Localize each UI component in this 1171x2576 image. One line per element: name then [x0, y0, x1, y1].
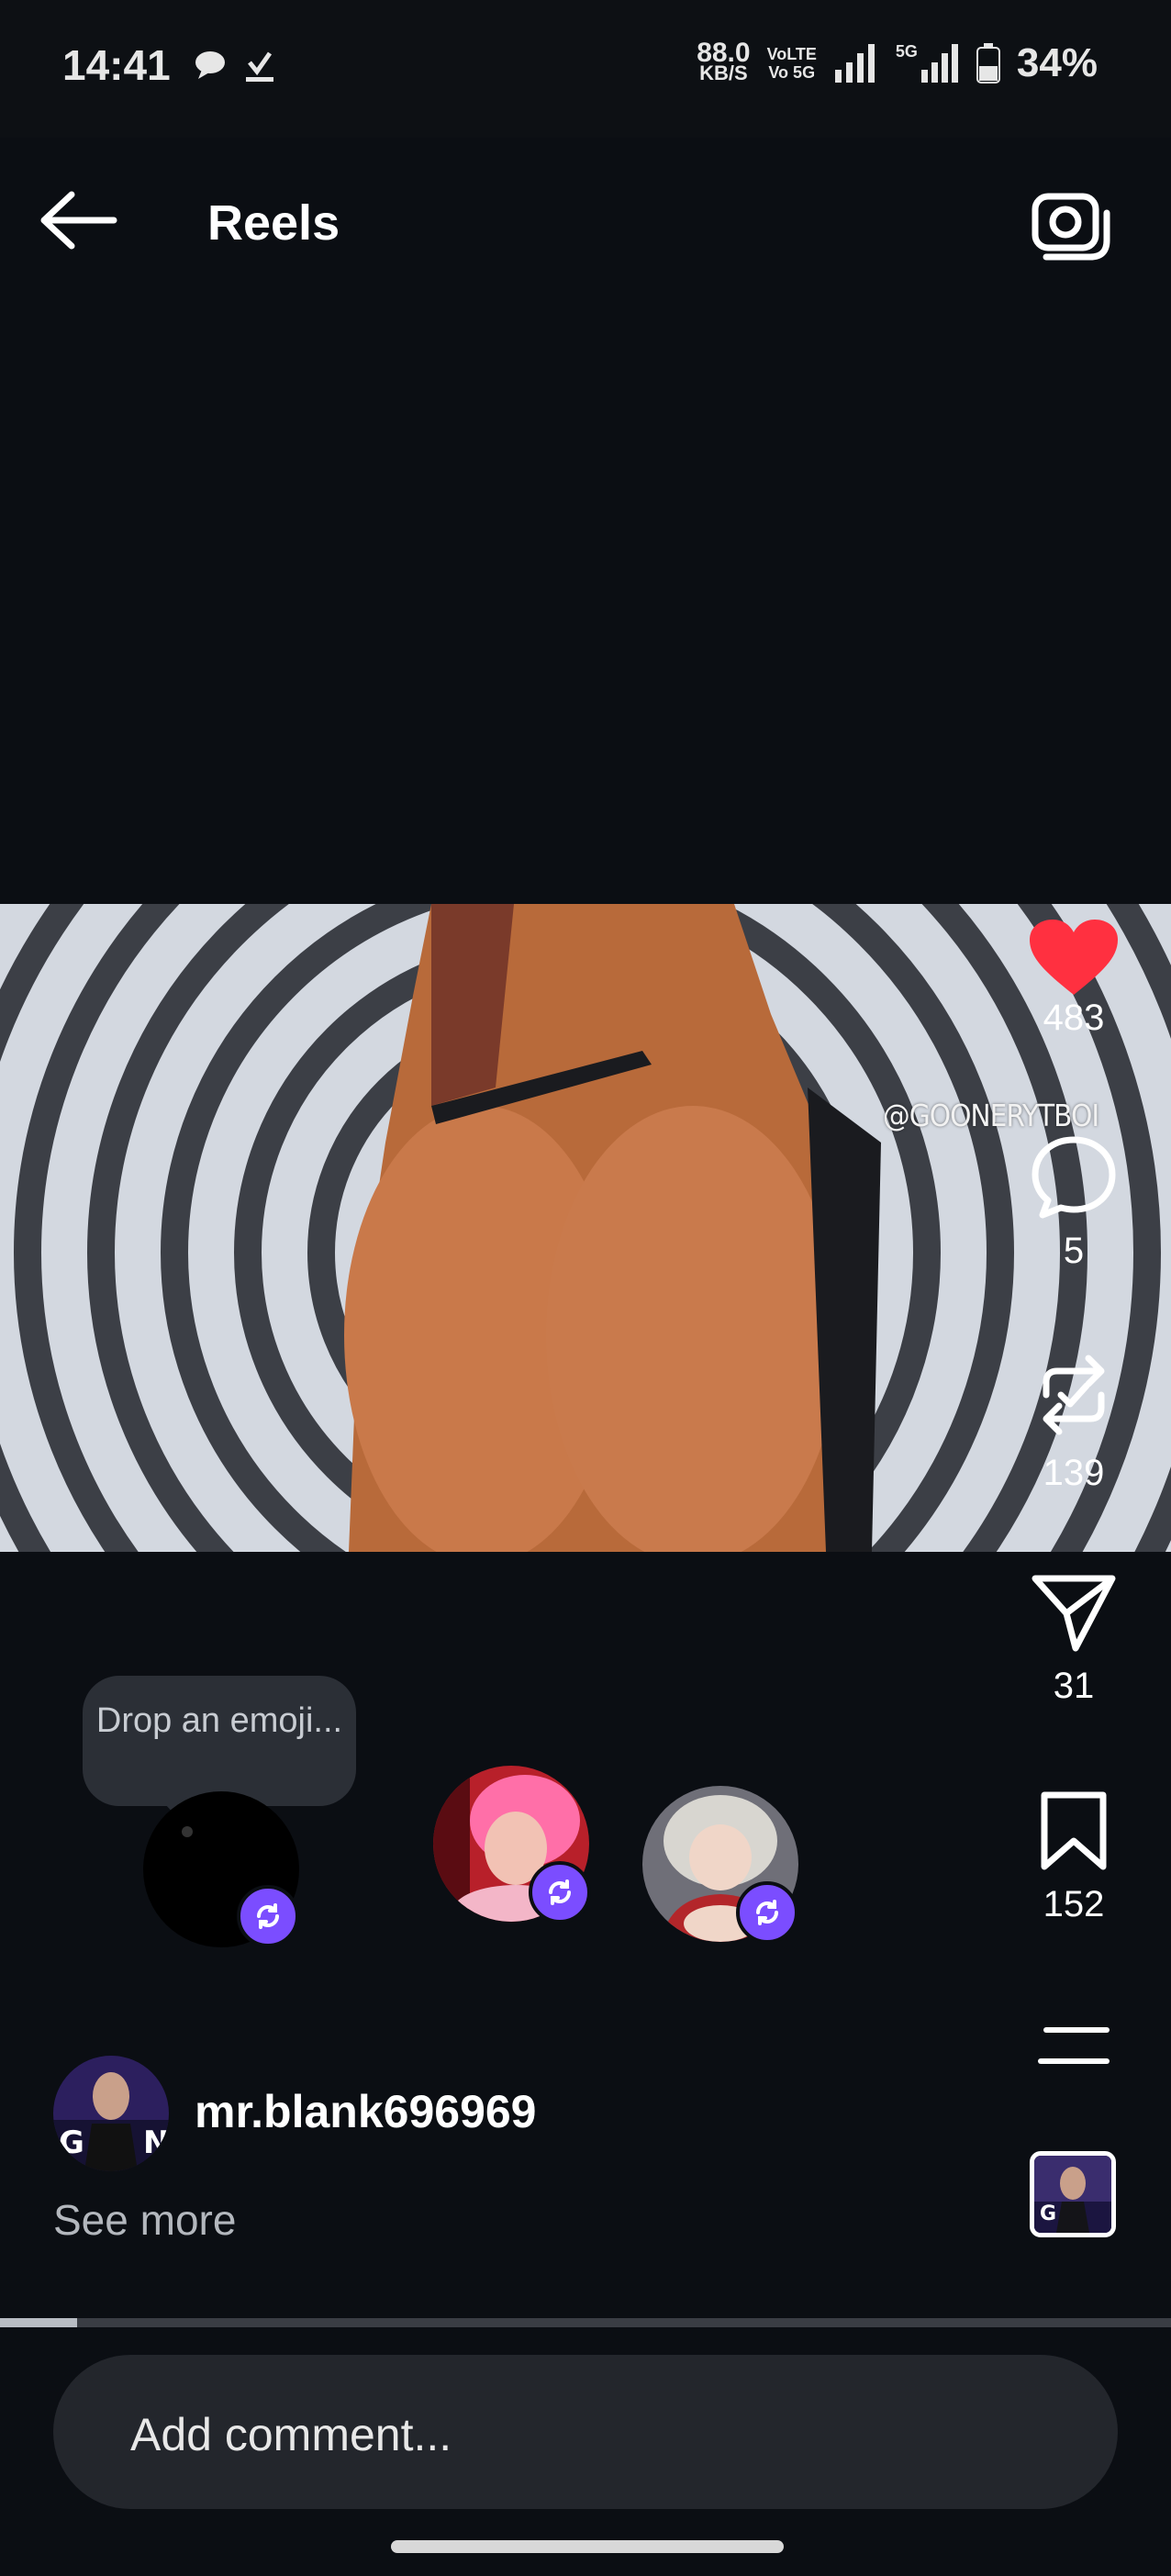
- comment-button[interactable]: 5: [1019, 1134, 1129, 1272]
- like-button[interactable]: 483: [1019, 918, 1129, 1039]
- share-button[interactable]: 31: [1019, 1571, 1129, 1707]
- battery-icon: [976, 43, 1000, 84]
- save-button[interactable]: 152: [1019, 1790, 1129, 1925]
- camera-button[interactable]: [1022, 184, 1114, 266]
- svg-text:G: G: [59, 2124, 84, 2161]
- comment-count: 5: [1063, 1231, 1085, 1271]
- repost-badge: [237, 1885, 299, 1947]
- svg-text:N: N: [143, 2124, 169, 2161]
- arrow-left-icon: [40, 191, 117, 250]
- menu-icon: [1038, 2027, 1110, 2064]
- more-options-button[interactable]: [1019, 2019, 1129, 2079]
- status-notification-icons: [193, 46, 284, 91]
- avatar-image: G N: [53, 2056, 169, 2171]
- repost-button[interactable]: 139: [1019, 1349, 1129, 1494]
- send-icon: [1032, 1575, 1116, 1652]
- video-progress-track[interactable]: [0, 2318, 1171, 2327]
- video-frame: [0, 904, 1171, 1552]
- status-time: 14:41: [62, 41, 171, 89]
- reel-video[interactable]: [0, 904, 1171, 1552]
- see-more-link[interactable]: See more: [53, 2195, 236, 2245]
- repost-icon: [1043, 1355, 1105, 1435]
- repost-count: 139: [1043, 1453, 1105, 1493]
- back-button[interactable]: [37, 184, 119, 257]
- repost-badge: [736, 1881, 798, 1944]
- emoji-prompt-bubble[interactable]: Drop an emoji...: [83, 1676, 356, 1826]
- chat-bubble-icon: [195, 51, 273, 82]
- comment-icon: [1032, 1136, 1116, 1219]
- repost-badge: [529, 1861, 591, 1924]
- repost-badge-icon: [756, 1900, 778, 1925]
- svg-text:G: G: [1040, 2202, 1056, 2225]
- share-count: 31: [1053, 1666, 1095, 1706]
- save-count: 152: [1043, 1884, 1105, 1924]
- signal-5g-icon: 5G: [896, 42, 960, 84]
- audio-thumbnail[interactable]: G: [1030, 2151, 1116, 2237]
- like-count: 483: [1043, 998, 1105, 1038]
- battery-percent: 34%: [1016, 40, 1098, 85]
- audio-cover-image: G: [1034, 2156, 1111, 2233]
- status-right-group: 88.0 KB/S VoLTE Vo 5G 5G 34%: [697, 38, 1098, 86]
- heart-icon: [1030, 920, 1118, 995]
- volte-indicator: VoLTE Vo 5G: [766, 45, 817, 82]
- bookmark-icon: [1041, 1791, 1107, 1870]
- video-progress-fill: [0, 2318, 78, 2327]
- net-speed: 88.0 KB/S: [697, 38, 751, 84]
- author-username[interactable]: mr.blank696969: [195, 2085, 537, 2138]
- author-avatar[interactable]: G N: [53, 2056, 169, 2171]
- signal-icon: [834, 44, 875, 83]
- camera-icon: [1032, 193, 1110, 261]
- repost-badge-icon: [257, 1903, 279, 1929]
- repost-badge-icon: [549, 1879, 571, 1905]
- page-title: Reels: [207, 195, 340, 251]
- home-indicator[interactable]: [391, 2540, 784, 2553]
- video-watermark: @GOONERYTBOI: [883, 1098, 1099, 1133]
- comment-placeholder: Add comment...: [130, 2409, 452, 2460]
